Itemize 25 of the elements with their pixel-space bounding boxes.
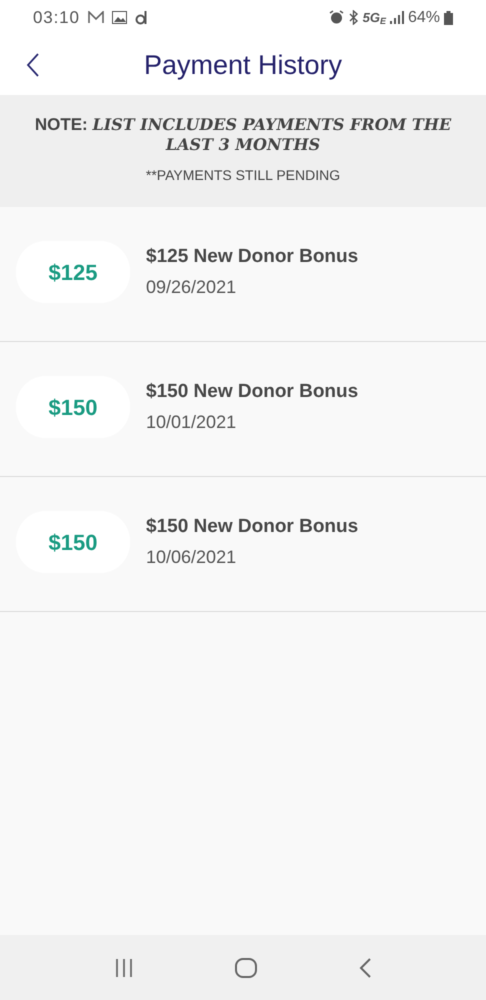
image-icon	[112, 11, 127, 24]
status-time: 03:10	[33, 6, 80, 29]
back-icon[interactable]	[358, 958, 372, 978]
mail-icon	[88, 11, 104, 24]
payment-date: 10/06/2021	[146, 546, 238, 569]
payment-title: $150 New Donor Bonus	[146, 515, 358, 540]
home-icon[interactable]	[234, 956, 258, 978]
app-icon	[134, 10, 148, 25]
signal-icon	[390, 11, 404, 24]
payment-date: 09/26/2021	[146, 276, 238, 299]
pending-note: **PAYMENTS STILL PENDING	[146, 166, 340, 185]
alarm-icon	[328, 10, 344, 25]
recent-apps-icon[interactable]	[114, 958, 134, 976]
note-text: NOTE: LIST INCLUDES PAYMENTS FROM THE LAST 3 MONTHS	[34, 115, 452, 155]
bluetooth-icon	[348, 10, 359, 25]
page-title: Payment History	[144, 48, 342, 82]
amount-badge: $150	[16, 376, 130, 438]
amount-badge: $150	[16, 511, 130, 573]
network-label: 5G$_{E}$	[362, 8, 386, 28]
battery-percent: 64%	[408, 8, 440, 28]
amount-badge: $125	[16, 241, 130, 303]
payment-title: $150 New Donor Bonus	[146, 380, 358, 404]
payment-title: $125 New Donor Bonus	[146, 245, 358, 270]
battery-icon	[444, 10, 453, 24]
payment-date: 10/01/2021	[146, 410, 238, 434]
